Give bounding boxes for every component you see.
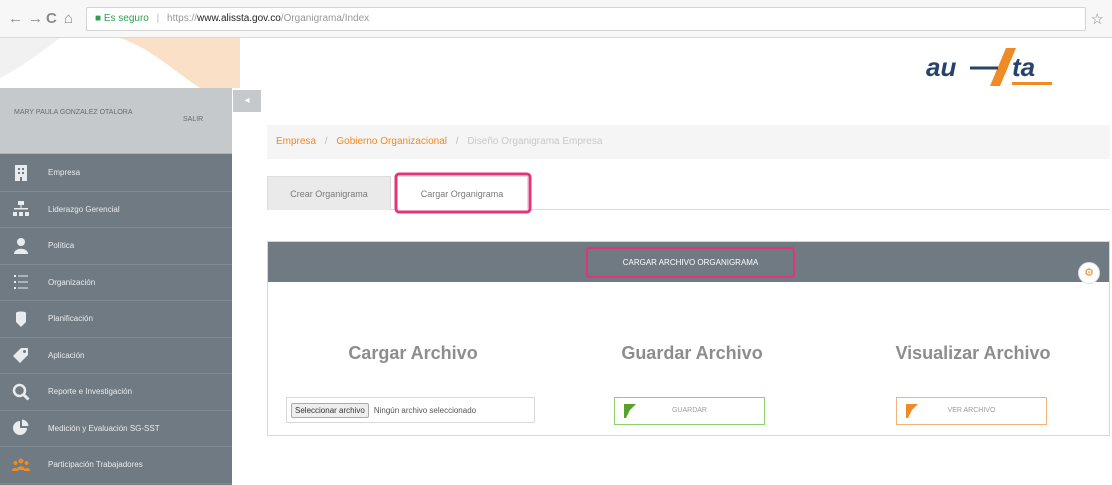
breadcrumb-separator: / bbox=[455, 136, 459, 147]
sidebar-item-planificacion[interactable]: Planificación bbox=[0, 301, 232, 338]
user-icon bbox=[12, 237, 30, 255]
save-button[interactable]: GUARDAR bbox=[614, 397, 765, 425]
alissta-logo: au ta bbox=[926, 48, 1052, 86]
sidebar-menu: Empresa Liderazgo Gerencial Política Org… bbox=[0, 155, 232, 484]
col-title-guardar: Guardar Archivo bbox=[621, 343, 763, 363]
col-title-visualizar: Visualizar Archivo bbox=[895, 343, 1051, 363]
view-button-label: VER ARCHIVO bbox=[947, 407, 996, 414]
header-decoration bbox=[0, 38, 240, 88]
sidebar-item-label: Liderazgo Gerencial bbox=[48, 204, 120, 214]
clipboard-icon bbox=[12, 310, 30, 328]
logout-link[interactable]: SALIR bbox=[183, 116, 203, 123]
sidebar-item-label: Medición y Evaluación SG-SST bbox=[48, 423, 160, 433]
panel-header: CARGAR ARCHIVO ORGANIGRAMA bbox=[268, 242, 1109, 282]
back-button[interactable]: ← bbox=[8, 10, 23, 28]
panel-title: CARGAR ARCHIVO ORGANIGRAMA bbox=[586, 247, 795, 278]
group-icon bbox=[12, 456, 30, 474]
sidebar: MARY PAULA GONZALEZ OTALORA SALIR Empres… bbox=[0, 88, 232, 485]
svg-text:au: au bbox=[926, 52, 956, 82]
url-protocol: https:// bbox=[167, 13, 198, 24]
secure-label: Es seguro bbox=[103, 13, 149, 24]
gear-icon[interactable]: ⚙ bbox=[1078, 262, 1100, 284]
sidebar-collapse-button[interactable]: ◂ bbox=[233, 90, 261, 112]
list-icon bbox=[12, 273, 30, 291]
breadcrumb-item-current: Diseño Organigrama Empresa bbox=[467, 136, 603, 147]
file-input[interactable]: Seleccionar archivo Ningún archivo selec… bbox=[286, 397, 535, 423]
svg-text:ta: ta bbox=[1012, 52, 1035, 82]
sidebar-item-aplicacion[interactable]: Aplicación bbox=[0, 338, 232, 374]
view-file-button[interactable]: VER ARCHIVO bbox=[896, 397, 1047, 425]
url-host: www.alissta.gov.co bbox=[197, 13, 281, 24]
breadcrumb: Empresa / Gobierno Organizacional / Dise… bbox=[267, 125, 1110, 159]
choose-file-button[interactable]: Seleccionar archivo bbox=[291, 402, 369, 418]
sitemap-icon bbox=[12, 200, 30, 218]
flag-icon bbox=[624, 404, 636, 418]
reload-button[interactable]: C bbox=[46, 10, 57, 28]
browser-toolbar: ← → C ⌂ ■ Es seguro | https://www.alisst… bbox=[0, 0, 1112, 38]
pie-chart-icon bbox=[12, 419, 30, 437]
sidebar-item-label: Organización bbox=[48, 277, 96, 287]
search-icon bbox=[12, 383, 30, 401]
sidebar-item-label: Empresa bbox=[48, 168, 81, 178]
col-title-cargar: Cargar Archivo bbox=[348, 343, 478, 363]
lock-icon: ■ bbox=[95, 13, 102, 24]
sidebar-item-liderazgo[interactable]: Liderazgo Gerencial bbox=[0, 192, 232, 228]
home-button[interactable]: ⌂ bbox=[64, 10, 73, 28]
upload-panel: CARGAR ARCHIVO ORGANIGRAMA ⚙ Cargar Arch… bbox=[267, 241, 1110, 436]
tab-crear-organigrama[interactable]: Crear Organigrama bbox=[267, 176, 391, 210]
sidebar-item-organizacion[interactable]: Organización bbox=[0, 265, 232, 301]
sidebar-item-reporte[interactable]: Reporte e Investigación bbox=[0, 374, 232, 411]
sidebar-item-medicion[interactable]: Medición y Evaluación SG-SST bbox=[0, 411, 232, 447]
user-panel: MARY PAULA GONZALEZ OTALORA SALIR bbox=[0, 88, 232, 154]
sidebar-item-label: Planificación bbox=[48, 314, 93, 324]
sidebar-item-label: Política bbox=[48, 241, 75, 251]
file-status: Ningún archivo seleccionado bbox=[373, 405, 477, 415]
breadcrumb-item-empresa[interactable]: Empresa bbox=[276, 136, 316, 147]
bookmark-star-icon[interactable]: ☆ bbox=[1091, 10, 1104, 28]
sidebar-item-label: Aplicación bbox=[48, 350, 85, 360]
tag-icon bbox=[12, 346, 30, 364]
flag-icon bbox=[906, 404, 918, 418]
sidebar-item-label: Participación Trabajadores bbox=[48, 460, 143, 470]
sidebar-item-label: Reporte e Investigación bbox=[48, 387, 133, 397]
tab-highlight-frame bbox=[394, 172, 532, 214]
url-separator: | bbox=[156, 13, 160, 24]
breadcrumb-item-gobierno[interactable]: Gobierno Organizacional bbox=[336, 136, 447, 147]
save-button-label: GUARDAR bbox=[671, 407, 707, 414]
sidebar-item-participacion[interactable]: Participación Trabajadores bbox=[0, 447, 232, 484]
building-icon bbox=[12, 164, 30, 182]
sidebar-item-politica[interactable]: Política bbox=[0, 228, 232, 265]
breadcrumb-separator: / bbox=[324, 136, 328, 147]
address-bar[interactable]: ■ Es seguro | https://www.alissta.gov.co… bbox=[86, 7, 1086, 31]
user-name: MARY PAULA GONZALEZ OTALORA bbox=[14, 109, 133, 116]
url-path: /Organigrama/Index bbox=[280, 13, 370, 24]
sidebar-item-empresa[interactable]: Empresa bbox=[0, 155, 232, 192]
forward-button[interactable]: → bbox=[28, 10, 43, 28]
